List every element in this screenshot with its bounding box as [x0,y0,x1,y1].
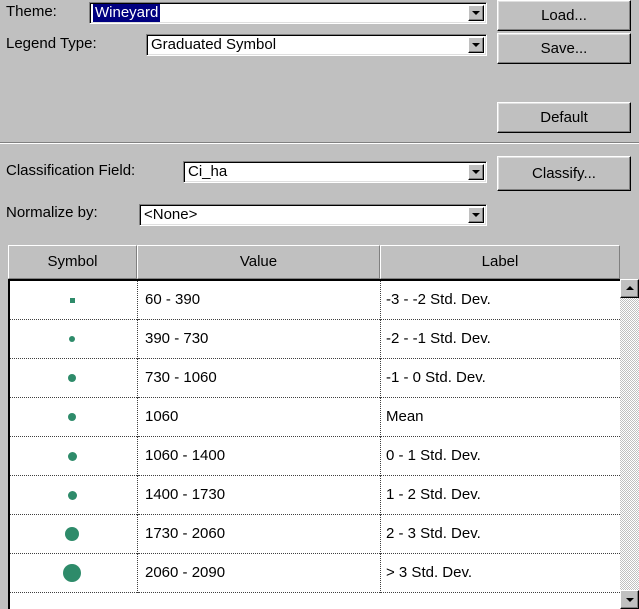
theme-combo[interactable]: Wineyard [89,2,487,24]
separator [0,143,639,144]
column-header-value[interactable]: Value [137,245,380,279]
normalize-by-value: <None> [144,206,198,223]
chevron-down-icon[interactable] [468,5,484,21]
classification-field-label: Classification Field: [6,162,136,179]
circle-symbol-icon [68,374,76,382]
load-button[interactable]: Load... [497,0,631,31]
table-row[interactable]: 390 - 730 -2 - -1 Std. Dev. [10,320,620,359]
symbol-cell[interactable] [10,515,137,554]
value-cell[interactable]: 1400 - 1730 [138,476,380,515]
value-text: 390 - 730 [145,330,209,347]
legend-type-value: Graduated Symbol [151,36,277,53]
value-text: 1060 - 1400 [145,447,226,464]
legend-type-combo[interactable]: Graduated Symbol [146,34,487,56]
value-cell[interactable]: 60 - 390 [138,281,380,320]
symbol-cell[interactable] [10,554,137,593]
chevron-down-icon[interactable] [468,37,484,53]
label-cell[interactable]: -3 - -2 Std. Dev. [381,281,620,320]
label-text: 0 - 1 Std. Dev. [386,447,481,464]
value-cell[interactable]: 1060 - 1400 [138,437,380,476]
default-button[interactable]: Default [497,102,631,133]
value-cell[interactable]: 1730 - 2060 [138,515,380,554]
table-row[interactable]: 1730 - 2060 2 - 3 Std. Dev. [10,515,620,554]
table-row[interactable]: 1060 - 1400 0 - 1 Std. Dev. [10,437,620,476]
scroll-up-icon[interactable] [620,279,639,298]
symbol-cell[interactable] [10,359,137,398]
label-cell[interactable]: 2 - 3 Std. Dev. [381,515,620,554]
label-text: Mean [386,408,424,425]
label-cell[interactable]: -2 - -1 Std. Dev. [381,320,620,359]
label-cell[interactable]: 1 - 2 Std. Dev. [381,476,620,515]
theme-value: Wineyard [93,4,161,22]
label-text: > 3 Std. Dev. [386,564,473,581]
circle-symbol-icon [65,527,79,541]
save-button[interactable]: Save... [497,33,631,64]
symbol-cell[interactable] [10,476,137,515]
value-text: 1400 - 1730 [145,486,226,503]
column-header-label[interactable]: Label [380,245,620,279]
symbol-cell[interactable] [10,398,137,437]
label-cell[interactable]: Mean [381,398,620,437]
table-row[interactable]: 60 - 390 -3 - -2 Std. Dev. [10,281,620,320]
circle-symbol-icon [69,336,75,342]
table-row[interactable]: 1060 Mean [10,398,620,437]
classify-button[interactable]: Classify... [497,156,631,191]
circle-symbol-icon [68,413,76,421]
circle-symbol-icon [67,451,77,461]
label-text: -3 - -2 Std. Dev. [386,291,491,308]
chevron-down-icon[interactable] [468,164,484,180]
value-text: 1730 - 2060 [145,525,226,542]
label-text: -2 - -1 Std. Dev. [386,330,491,347]
label-text: -1 - 0 Std. Dev. [386,369,486,386]
vertical-scrollbar[interactable] [620,279,639,609]
value-cell[interactable]: 2060 - 2090 [138,554,380,593]
legend-type-label: Legend Type: [6,35,97,52]
classification-field-value: Ci_ha [188,163,228,180]
circle-symbol-icon [63,564,81,582]
label-cell[interactable]: > 3 Std. Dev. [381,554,620,593]
circle-symbol-icon [67,490,77,500]
value-text: 1060 [145,408,179,425]
label-cell[interactable]: 0 - 1 Std. Dev. [381,437,620,476]
label-cell[interactable]: -1 - 0 Std. Dev. [381,359,620,398]
theme-label: Theme: [6,3,57,20]
column-header-symbol[interactable]: Symbol [8,245,137,279]
chevron-down-icon[interactable] [468,207,484,223]
circle-symbol-icon [69,297,75,303]
symbol-cell[interactable] [10,320,137,359]
label-text: 2 - 3 Std. Dev. [386,525,481,542]
scroll-down-icon[interactable] [620,590,639,609]
label-text: 1 - 2 Std. Dev. [386,486,481,503]
value-text: 60 - 390 [145,291,201,308]
symbol-cell[interactable] [10,437,137,476]
value-cell[interactable]: 730 - 1060 [138,359,380,398]
value-cell[interactable]: 1060 [138,398,380,437]
table-row[interactable]: 730 - 1060 -1 - 0 Std. Dev. [10,359,620,398]
normalize-by-combo[interactable]: <None> [139,204,487,226]
value-text: 2060 - 2090 [145,564,226,581]
classification-field-combo[interactable]: Ci_ha [183,161,487,183]
normalize-by-label: Normalize by: [6,204,98,221]
value-text: 730 - 1060 [145,369,217,386]
symbol-cell[interactable] [10,281,137,320]
table-row[interactable]: 1400 - 1730 1 - 2 Std. Dev. [10,476,620,515]
classification-table: 60 - 390 -3 - -2 Std. Dev. 390 - 730 -2 - -… [8,279,620,609]
table-row[interactable]: 2060 - 2090 > 3 Std. Dev. [10,554,620,593]
value-cell[interactable]: 390 - 730 [138,320,380,359]
